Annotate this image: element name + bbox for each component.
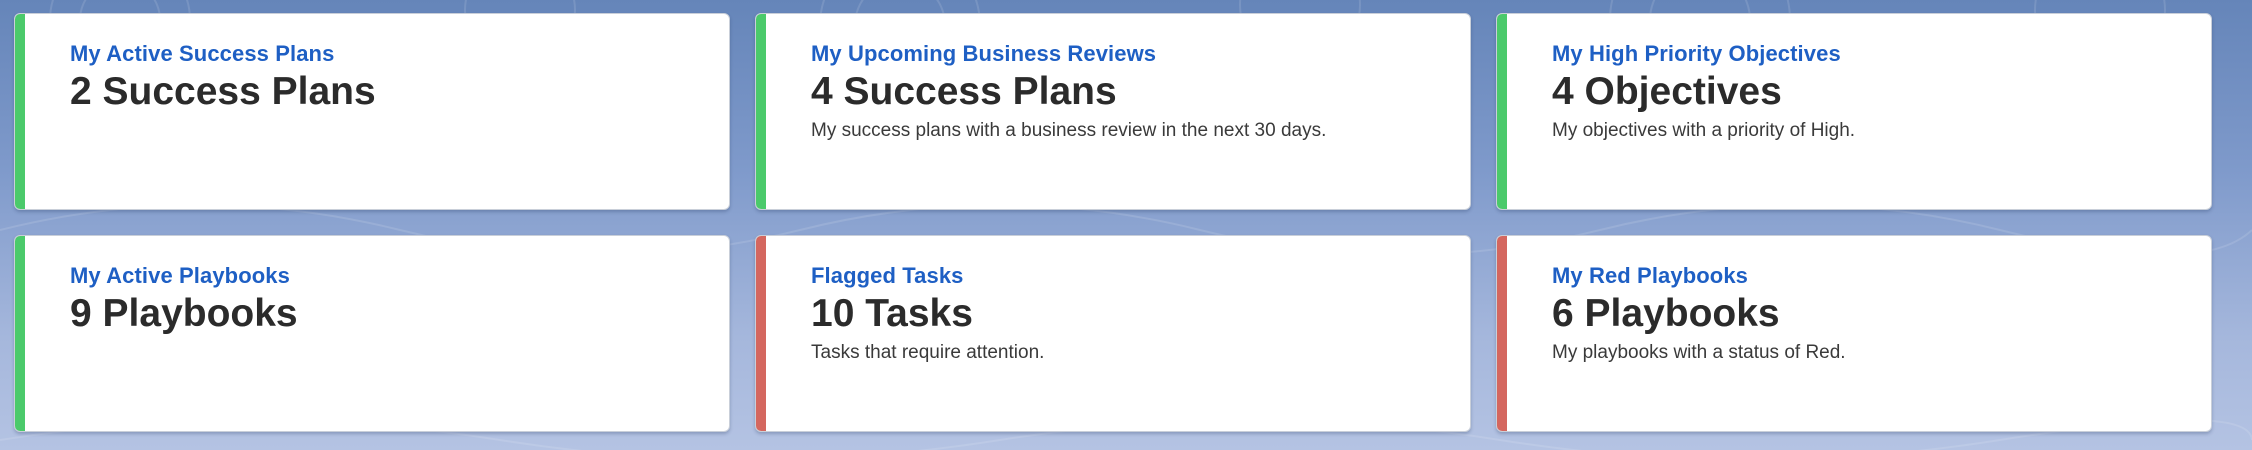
card-metric-value: 2 Success Plans xyxy=(70,70,376,113)
card-title-link[interactable]: My Active Playbooks xyxy=(70,263,709,289)
card-title-link[interactable]: My Upcoming Business Reviews xyxy=(811,41,1450,67)
card-metric-value: 10 Tasks xyxy=(811,292,973,335)
card-description: My playbooks with a status of Red. xyxy=(1552,342,1846,363)
metric-card-red-playbooks[interactable]: My Red Playbooks 6 Playbooks My playbook… xyxy=(1496,235,2212,432)
card-metric-value: 4 Objectives xyxy=(1552,70,1782,113)
metric-card-active-success-plans[interactable]: My Active Success Plans 2 Success Plans xyxy=(14,13,730,210)
metric-card-high-priority-objectives[interactable]: My High Priority Objectives 4 Objectives… xyxy=(1496,13,2212,210)
card-description: My success plans with a business review … xyxy=(811,120,1327,141)
status-stripe xyxy=(1497,236,1507,431)
card-title-link[interactable]: My Red Playbooks xyxy=(1552,263,2191,289)
metric-card-upcoming-business-reviews[interactable]: My Upcoming Business Reviews 4 Success P… xyxy=(755,13,1471,210)
status-stripe xyxy=(1497,14,1507,209)
card-metric-value: 9 Playbooks xyxy=(70,292,298,335)
success-metrics-grid: My Active Success Plans 2 Success Plans … xyxy=(14,13,2234,432)
card-content: My Upcoming Business Reviews 4 Success P… xyxy=(811,41,1450,143)
status-stripe xyxy=(756,14,766,209)
card-content: My Red Playbooks 6 Playbooks My playbook… xyxy=(1552,263,2191,365)
card-description: My objectives with a priority of High. xyxy=(1552,120,1856,141)
status-stripe xyxy=(756,236,766,431)
card-metric-value: 4 Success Plans xyxy=(811,70,1117,113)
card-title-link[interactable]: Flagged Tasks xyxy=(811,263,1450,289)
card-metric-value: 6 Playbooks xyxy=(1552,292,1780,335)
card-title-link[interactable]: My Active Success Plans xyxy=(70,41,709,67)
status-stripe xyxy=(15,14,25,209)
status-stripe xyxy=(15,236,25,431)
metric-card-active-playbooks[interactable]: My Active Playbooks 9 Playbooks xyxy=(14,235,730,432)
card-description: Tasks that require attention. xyxy=(811,342,1045,363)
card-content: My Active Success Plans 2 Success Plans xyxy=(70,41,709,119)
card-title-link[interactable]: My High Priority Objectives xyxy=(1552,41,2191,67)
card-content: Flagged Tasks 10 Tasks Tasks that requir… xyxy=(811,263,1450,365)
metric-card-flagged-tasks[interactable]: Flagged Tasks 10 Tasks Tasks that requir… xyxy=(755,235,1471,432)
card-content: My High Priority Objectives 4 Objectives… xyxy=(1552,41,2191,143)
card-content: My Active Playbooks 9 Playbooks xyxy=(70,263,709,341)
